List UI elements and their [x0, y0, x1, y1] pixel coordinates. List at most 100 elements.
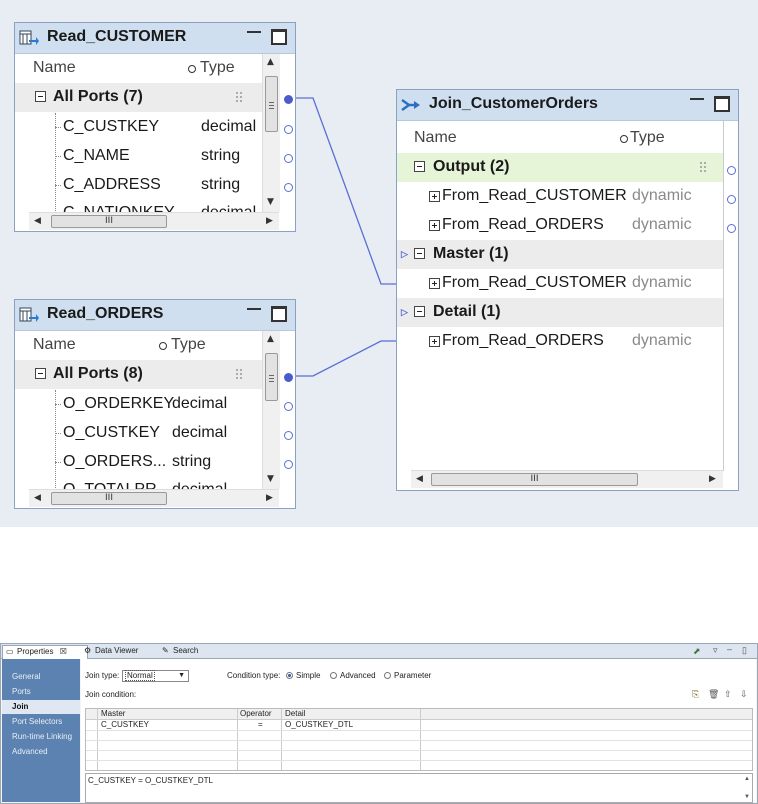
- mapping-canvas[interactable]: Read_CUSTOMER Name Type All Ports (7) C_…: [0, 0, 758, 527]
- expand-icon[interactable]: [429, 336, 440, 347]
- read-orders-title-bar[interactable]: Read_ORDERS: [15, 300, 295, 331]
- condition-expression-box[interactable]: C_CUSTKEY = O_CUSTKEY_DTL ▲ ▼: [85, 773, 753, 803]
- close-tab-icon[interactable]: ☒: [60, 647, 67, 656]
- scroll-thumb[interactable]: [265, 76, 278, 132]
- expand-icon[interactable]: [429, 220, 440, 231]
- read-orders-transformation[interactable]: Read_ORDERS Name Type All Ports (8) O_OR…: [14, 299, 296, 509]
- joiner-transformation[interactable]: Join_CustomerOrders Name Type Output (2)…: [396, 89, 739, 491]
- group-output-port[interactable]: [284, 373, 293, 382]
- minimize-button[interactable]: [247, 304, 261, 314]
- view-menu-icon[interactable]: ▿: [713, 646, 722, 655]
- nav-ports[interactable]: Ports: [2, 685, 80, 699]
- scroll-up-icon[interactable]: ▲: [267, 58, 274, 67]
- scroll-left-icon[interactable]: ◀: [34, 494, 41, 503]
- group-all-ports[interactable]: All Ports (8): [15, 360, 263, 389]
- group-detail[interactable]: ▷ Detail (1): [397, 298, 724, 327]
- collapse-icon[interactable]: [414, 306, 425, 317]
- col-operator-header[interactable]: Operator: [240, 709, 272, 719]
- minimize-button[interactable]: [247, 27, 261, 37]
- collapse-icon[interactable]: [414, 248, 425, 259]
- sort-icon[interactable]: [620, 135, 628, 143]
- scroll-down-icon[interactable]: ▼: [744, 794, 750, 800]
- new-condition-icon[interactable]: ⎘: [692, 690, 701, 699]
- scroll-down-icon[interactable]: ▼: [267, 198, 274, 207]
- col-type-header[interactable]: Type: [630, 129, 665, 147]
- vertical-scrollbar[interactable]: ▲ ▼: [262, 331, 280, 489]
- scroll-thumb[interactable]: III: [431, 473, 638, 486]
- scroll-right-icon[interactable]: ▶: [266, 494, 273, 503]
- open-view-icon[interactable]: ⬈: [693, 647, 702, 656]
- port-row[interactable]: C_NATIONKEY decimal: [15, 199, 263, 213]
- horizontal-scrollbar[interactable]: ◀ III ▶: [29, 489, 279, 507]
- scroll-up-icon[interactable]: ▲: [744, 776, 750, 782]
- maximize-button[interactable]: [271, 306, 287, 322]
- group-output-port[interactable]: [284, 95, 293, 104]
- port-connector[interactable]: [284, 431, 293, 440]
- scroll-right-icon[interactable]: ▶: [266, 217, 273, 226]
- table-row[interactable]: C_CUSTKEY = O_CUSTKEY_DTL: [86, 720, 752, 730]
- nav-runtime-linking[interactable]: Run-time Linking: [2, 730, 80, 744]
- port-connector[interactable]: [284, 154, 293, 163]
- delete-icon[interactable]: 🗑: [708, 690, 719, 699]
- chevron-down-icon[interactable]: ▼: [178, 671, 185, 681]
- move-down-icon[interactable]: ⇩: [740, 690, 749, 699]
- port-connector[interactable]: [727, 195, 736, 204]
- port-connector[interactable]: [727, 166, 736, 175]
- group-output[interactable]: Output (2): [397, 153, 724, 182]
- sort-icon[interactable]: [188, 65, 196, 73]
- scroll-left-icon[interactable]: ◀: [416, 475, 423, 484]
- port-row[interactable]: O_ORDERS... string: [15, 448, 263, 477]
- expand-icon[interactable]: [429, 278, 440, 289]
- scroll-up-icon[interactable]: ▲: [267, 335, 274, 344]
- horizontal-scrollbar[interactable]: ◀ III ▶: [411, 470, 723, 488]
- condition-advanced-label[interactable]: Advanced: [340, 671, 376, 680]
- read-customer-title-bar[interactable]: Read_CUSTOMER: [15, 23, 295, 54]
- tab-data-viewer[interactable]: ⚙ Data Viewer: [81, 645, 167, 658]
- col-name-header[interactable]: Name: [414, 129, 457, 147]
- port-row[interactable]: O_TOTALPR decimal: [15, 476, 263, 490]
- scroll-thumb[interactable]: III: [51, 215, 167, 228]
- maximize-button[interactable]: [714, 96, 730, 112]
- port-connector[interactable]: [284, 402, 293, 411]
- condition-simple-label[interactable]: Simple: [296, 671, 320, 680]
- scroll-left-icon[interactable]: ◀: [34, 217, 41, 226]
- group-all-ports[interactable]: All Ports (7): [15, 83, 263, 112]
- move-up-icon[interactable]: ⇧: [724, 690, 733, 699]
- port-row[interactable]: From_Read_CUSTOMER dynamic: [397, 269, 724, 298]
- scroll-down-icon[interactable]: ▼: [267, 475, 274, 484]
- joiner-title-bar[interactable]: Join_CustomerOrders: [397, 90, 738, 121]
- cell-master[interactable]: C_CUSTKEY: [101, 720, 149, 730]
- collapse-icon[interactable]: [414, 161, 425, 172]
- cell-detail[interactable]: O_CUSTKEY_DTL: [285, 720, 353, 730]
- port-row[interactable]: C_CUSTKEY decimal: [15, 113, 263, 142]
- condition-simple-radio[interactable]: [286, 672, 293, 679]
- nav-port-selectors[interactable]: Port Selectors: [2, 715, 80, 729]
- port-row[interactable]: From_Read_CUSTOMER dynamic: [397, 182, 724, 211]
- read-customer-transformation[interactable]: Read_CUSTOMER Name Type All Ports (7) C_…: [14, 22, 296, 232]
- col-detail-header[interactable]: Detail: [285, 709, 305, 719]
- nav-join[interactable]: Join: [2, 700, 80, 714]
- collapse-icon[interactable]: [35, 368, 46, 379]
- tab-search[interactable]: ✎ Search: [159, 645, 229, 658]
- port-row[interactable]: C_ADDRESS string: [15, 171, 263, 200]
- horizontal-scrollbar[interactable]: ◀ III ▶: [29, 212, 279, 230]
- condition-advanced-radio[interactable]: [330, 672, 337, 679]
- port-row[interactable]: O_CUSTKEY decimal: [15, 419, 263, 448]
- cell-operator[interactable]: =: [258, 720, 263, 730]
- minimize-button[interactable]: [690, 94, 704, 104]
- maximize-button[interactable]: [271, 29, 287, 45]
- scroll-thumb[interactable]: III: [51, 492, 167, 505]
- tab-properties[interactable]: ▭ Properties ☒: [2, 645, 88, 659]
- condition-parameter-label[interactable]: Parameter: [394, 671, 431, 680]
- port-row[interactable]: C_NAME string: [15, 142, 263, 171]
- collapse-icon[interactable]: [35, 91, 46, 102]
- col-type-header[interactable]: Type: [171, 336, 206, 354]
- col-name-header[interactable]: Name: [33, 59, 76, 77]
- nav-general[interactable]: General: [2, 670, 80, 684]
- nav-advanced[interactable]: Advanced: [2, 745, 80, 759]
- port-connector[interactable]: [727, 224, 736, 233]
- col-type-header[interactable]: Type: [200, 59, 235, 77]
- port-row[interactable]: O_ORDERKEY decimal: [15, 390, 263, 419]
- expand-icon[interactable]: [429, 191, 440, 202]
- scroll-right-icon[interactable]: ▶: [709, 475, 716, 484]
